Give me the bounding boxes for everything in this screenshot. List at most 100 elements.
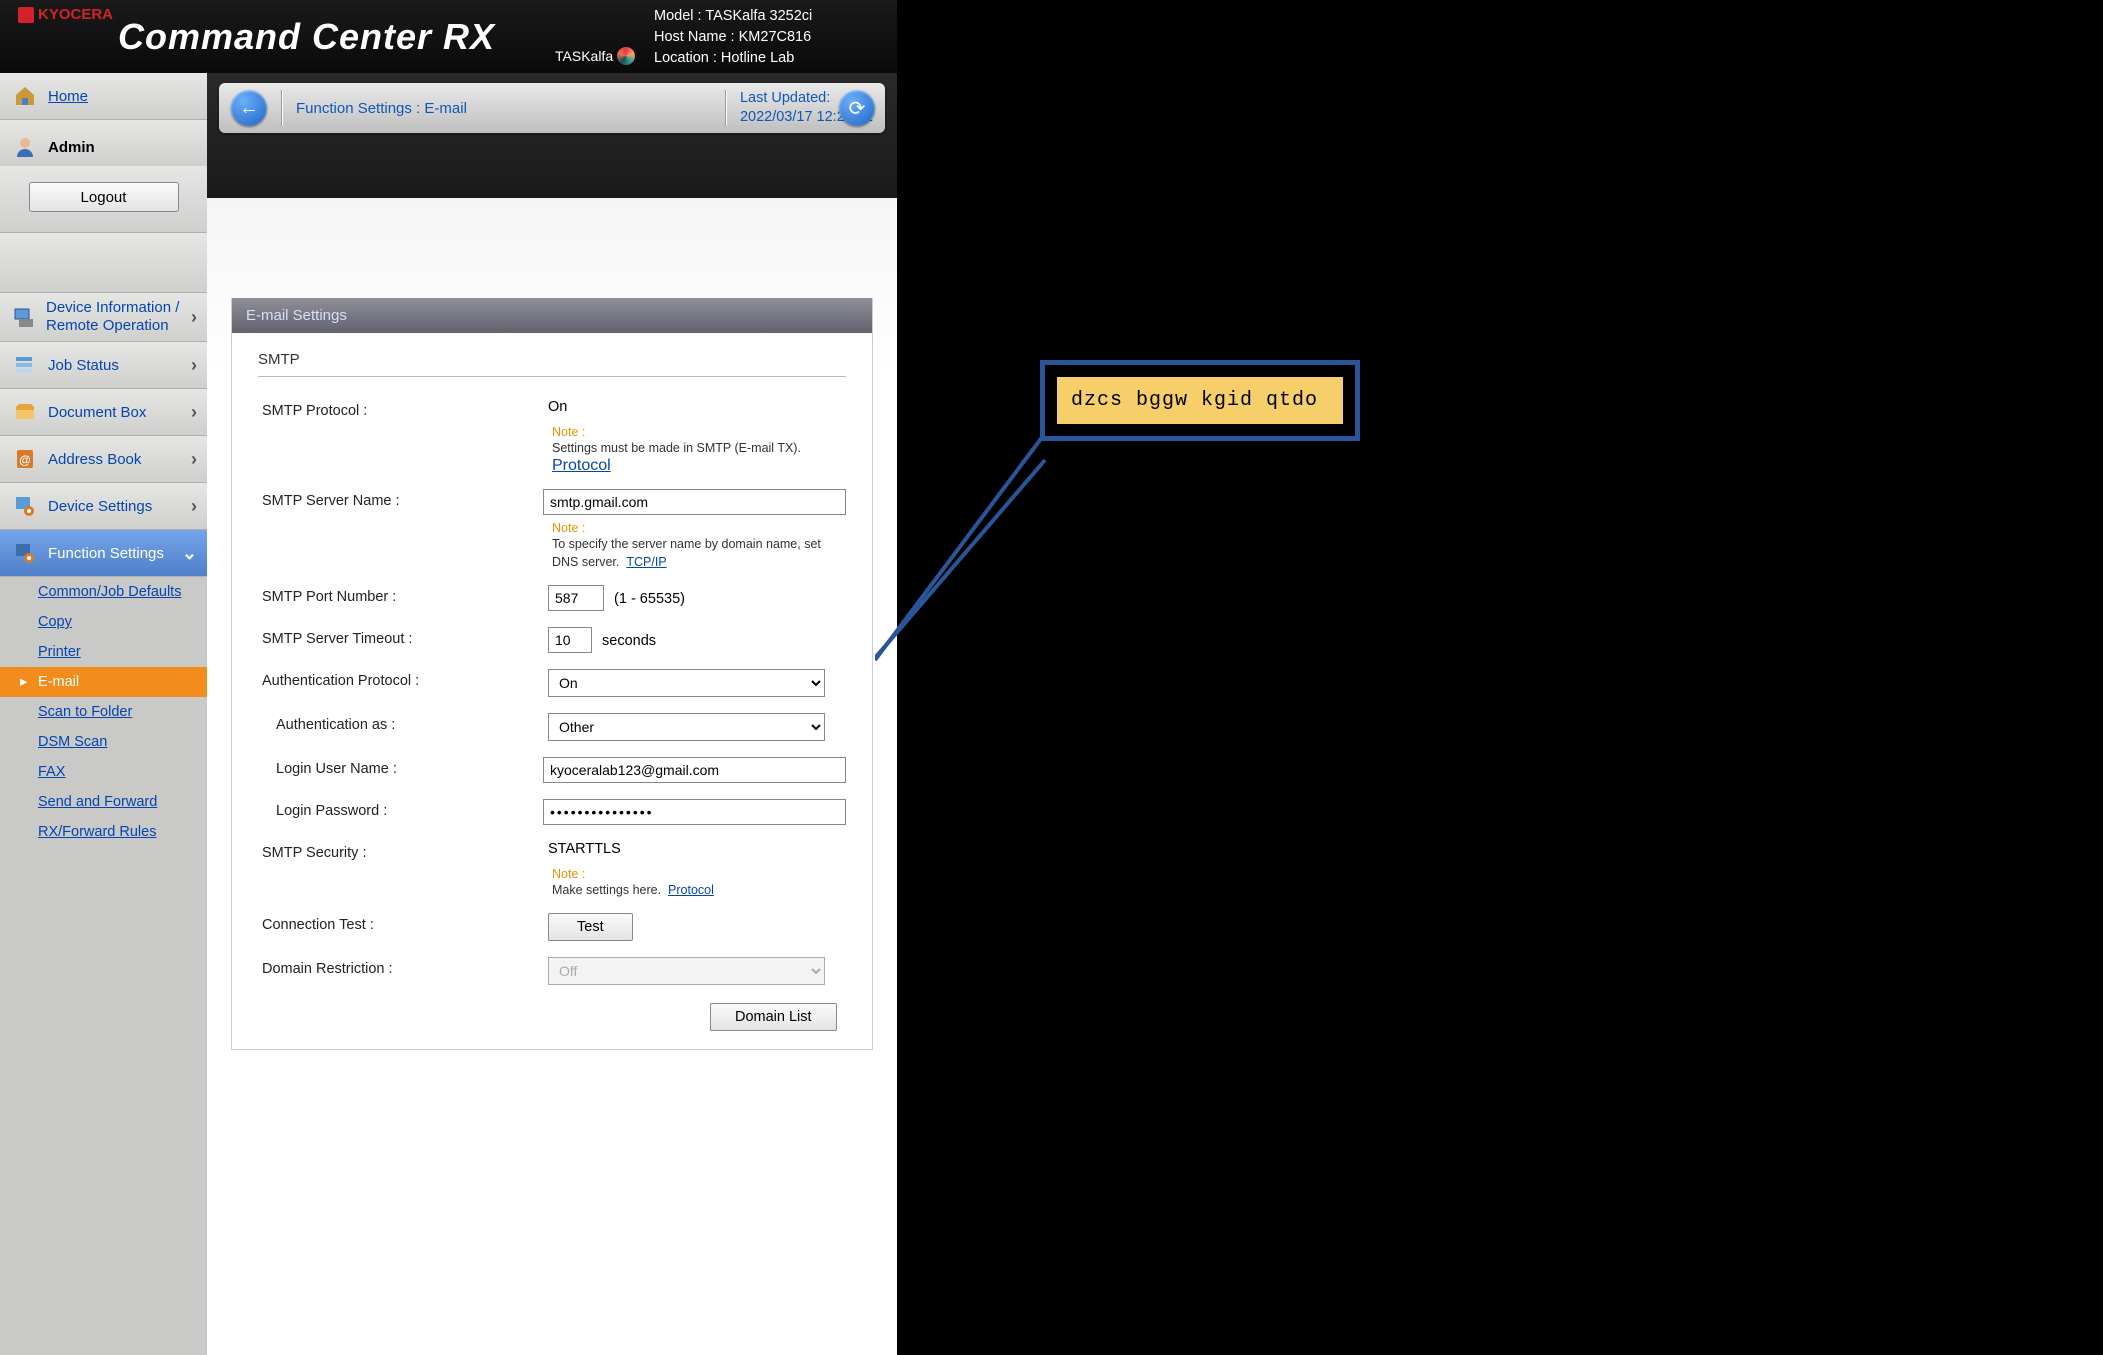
chevron-right-icon: › (191, 402, 197, 423)
password-callout: dzcs bggw kgid qtdo (1040, 360, 1360, 441)
link-tcpip[interactable]: TCP/IP (626, 555, 666, 569)
header-bar: KYOCERA Command Center RX TASKalfa Model… (0, 0, 897, 73)
subnav-copy[interactable]: Copy (0, 607, 207, 637)
row-auth-as: Authentication as : Other (258, 705, 846, 749)
subnav-scan-to-folder[interactable]: Scan to Folder (0, 697, 207, 727)
sidebar: Home Admin Logout Device Information / R… (0, 73, 207, 1355)
login-pass-input[interactable] (543, 799, 846, 825)
subbrand: TASKalfa (555, 47, 635, 65)
login-user-input[interactable] (543, 757, 846, 783)
link-protocol[interactable]: Protocol (552, 457, 611, 474)
timeout-unit: seconds (602, 633, 656, 649)
link-protocol-sec[interactable]: Protocol (668, 883, 714, 897)
sidebar-user-label: Admin (48, 139, 95, 156)
sidebar-home[interactable]: Home (0, 73, 207, 120)
sidebar-item-label: Document Box (48, 404, 146, 421)
subnav-common-defaults[interactable]: Common/Job Defaults (0, 577, 207, 607)
main-panel: ← Function Settings : E-mail Last Update… (207, 73, 897, 1355)
subnav-fax[interactable]: FAX (0, 757, 207, 787)
app-frame: KYOCERA Command Center RX TASKalfa Model… (0, 0, 897, 1355)
subnav-printer[interactable]: Printer (0, 637, 207, 667)
sidebar-user: Admin (0, 120, 207, 166)
domain-restrict-select[interactable]: Off (548, 957, 825, 985)
sidebar-item-label: Job Status (48, 357, 119, 374)
vendor-logo: KYOCERA (18, 6, 113, 23)
user-icon (12, 134, 38, 160)
auth-protocol-select[interactable]: On (548, 669, 825, 697)
smtp-server-input[interactable] (543, 489, 846, 515)
group-title-smtp: SMTP (258, 351, 846, 377)
row-login-user: Login User Name : (258, 749, 846, 791)
note-smtp-protocol: Note : Settings must be made in SMTP (E-… (258, 425, 846, 475)
chevron-down-icon: ⌄ (182, 543, 197, 564)
row-domain-restrict: Domain Restriction : Off (258, 949, 846, 993)
row-auth-protocol: Authentication Protocol : On (258, 661, 846, 705)
color-wheel-icon (617, 47, 635, 65)
address-book-icon: @ (12, 446, 38, 472)
subnav-email[interactable]: E-mail (0, 667, 207, 697)
subnav-function-settings: Common/Job Defaults Copy Printer E-mail … (0, 577, 207, 847)
test-button[interactable]: Test (548, 913, 633, 941)
refresh-button[interactable]: ⟳ (839, 90, 875, 126)
port-range: (1 - 65535) (614, 591, 685, 607)
sidebar-item-label: Function Settings (48, 545, 164, 562)
kyocera-mark-icon (18, 7, 34, 23)
smtp-timeout-input[interactable] (548, 627, 592, 653)
device-info-icon (12, 304, 36, 330)
subbrand-text: TASKalfa (555, 48, 613, 64)
sidebar-item-label: Device Settings (48, 498, 152, 515)
auth-as-select[interactable]: Other (548, 713, 825, 741)
logout-button[interactable]: Logout (29, 182, 179, 212)
product-title: Command Center RX (118, 16, 495, 58)
breadcrumb-text: Function Settings : E-mail (296, 100, 467, 117)
chevron-right-icon: › (191, 449, 197, 470)
chevron-right-icon: › (191, 496, 197, 517)
sidebar-home-label: Home (48, 88, 88, 105)
callout-text: dzcs bggw kgid qtdo (1057, 377, 1343, 424)
device-settings-icon (12, 493, 38, 519)
sidebar-item-label: Address Book (48, 451, 141, 468)
function-settings-icon (12, 540, 38, 566)
vendor-name: KYOCERA (38, 6, 113, 23)
sidebar-item-function-settings[interactable]: Function Settings ⌄ (0, 530, 207, 577)
content-panel: E-mail Settings SMTP SMTP Protocol : On … (231, 298, 873, 1050)
sidebar-spacer (0, 233, 207, 293)
sidebar-item-document-box[interactable]: Document Box › (0, 389, 207, 436)
arrow-left-icon: ← (239, 97, 259, 120)
logout-wrap: Logout (0, 166, 207, 233)
device-meta: Model : TASKalfa 3252ci Host Name : KM27… (654, 6, 812, 69)
sidebar-item-device-info[interactable]: Device Information / Remote Operation › (0, 293, 207, 342)
section-title: E-mail Settings (232, 298, 872, 333)
smtp-security-value: STARTTLS (548, 841, 846, 857)
row-domain-list: Domain List (258, 1003, 846, 1031)
callout-pointer (875, 400, 1075, 680)
job-status-icon (12, 352, 38, 378)
subnav-rx-forward-rules[interactable]: RX/Forward Rules (0, 817, 207, 847)
note-smtp-server: Note : To specify the server name by dom… (258, 521, 846, 571)
back-button[interactable]: ← (231, 90, 267, 126)
home-icon (12, 83, 38, 109)
svg-text:@: @ (19, 453, 31, 467)
chevron-right-icon: › (191, 355, 197, 376)
sidebar-item-address-book[interactable]: @ Address Book › (0, 436, 207, 483)
smtp-protocol-value: On (548, 399, 846, 415)
row-login-pass: Login Password : (258, 791, 846, 833)
row-smtp-security: SMTP Security : STARTTLS (258, 833, 846, 869)
row-conn-test: Connection Test : Test (258, 905, 846, 949)
row-smtp-server: SMTP Server Name : (258, 481, 846, 523)
row-smtp-port: SMTP Port Number : (1 - 65535) (258, 577, 846, 619)
subnav-dsm-scan[interactable]: DSM Scan (0, 727, 207, 757)
smtp-port-input[interactable] (548, 585, 604, 611)
document-box-icon (12, 399, 38, 425)
chevron-right-icon: › (191, 307, 197, 328)
breadcrumb-bar: ← Function Settings : E-mail Last Update… (219, 83, 885, 133)
sidebar-item-job-status[interactable]: Job Status › (0, 342, 207, 389)
row-smtp-timeout: SMTP Server Timeout : seconds (258, 619, 846, 661)
subnav-send-forward[interactable]: Send and Forward (0, 787, 207, 817)
sidebar-item-device-settings[interactable]: Device Settings › (0, 483, 207, 530)
sidebar-item-label: Device Information / Remote Operation (46, 299, 195, 335)
note-smtp-security: Note : Make settings here. Protocol (258, 867, 846, 899)
domain-list-button[interactable]: Domain List (710, 1003, 837, 1031)
row-smtp-protocol: SMTP Protocol : On (258, 391, 846, 427)
refresh-icon: ⟳ (849, 96, 866, 121)
